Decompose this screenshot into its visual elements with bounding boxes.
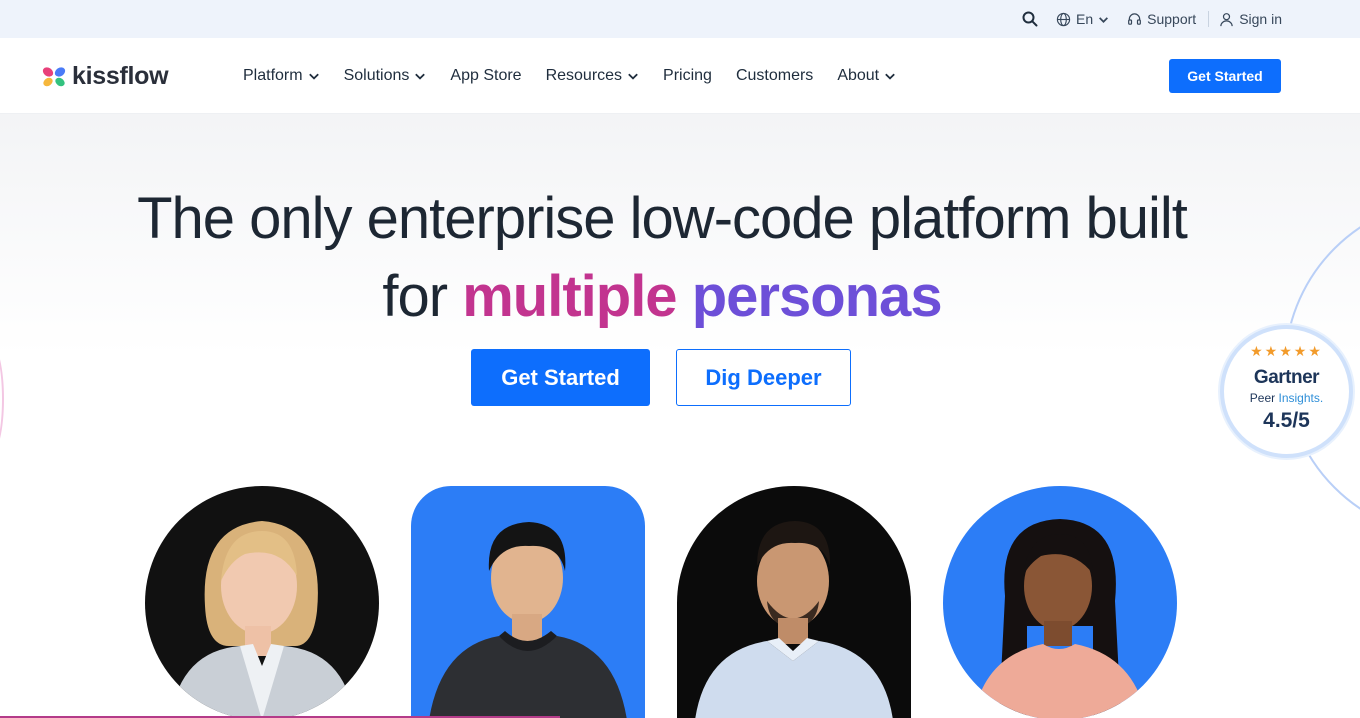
chevron-down-icon xyxy=(415,73,426,80)
nav-item-app-store[interactable]: App Store xyxy=(450,67,521,85)
hero-title-line-1: The only enterprise low-code platform bu… xyxy=(137,186,1188,251)
chevron-down-icon xyxy=(885,73,895,80)
gartner-rating: 4.5/5 xyxy=(1263,409,1310,432)
nav-item-label: About xyxy=(837,67,880,84)
language-selector[interactable]: En xyxy=(1056,11,1109,27)
nav-links: Platform Solutions App Store Resources P… xyxy=(243,38,920,114)
hero-get-started-button[interactable]: Get Started xyxy=(471,349,650,406)
nav-item-resources[interactable]: Resources xyxy=(546,67,639,85)
gartner-sub-peer: Peer xyxy=(1249,391,1276,405)
sign-in-link[interactable]: Sign in xyxy=(1219,11,1282,27)
nav-item-label: Resources xyxy=(545,67,623,84)
globe-icon xyxy=(1056,12,1071,26)
chevron-down-icon xyxy=(308,73,319,80)
nav-item-label: Platform xyxy=(243,67,303,84)
get-started-button[interactable]: Get Started xyxy=(1169,59,1281,93)
nav-item-label: Solutions xyxy=(343,67,410,84)
utility-bar: En Support Sign in xyxy=(0,0,1360,38)
brand-name: kissflow xyxy=(72,62,169,90)
gartner-badge[interactable]: ★★★★★ Gartner Peer Insights. 4.5/5 xyxy=(1220,325,1353,458)
persona-photo-4 xyxy=(943,486,1177,718)
sign-in-label: Sign in xyxy=(1239,11,1282,27)
support-label: Support xyxy=(1147,11,1197,27)
nav-item-platform[interactable]: Platform xyxy=(243,67,320,85)
hero-highlight-text: personas xyxy=(691,264,943,329)
kissflow-logo[interactable]: kissflow xyxy=(42,62,169,91)
gartner-sub: Peer Insights. xyxy=(1224,391,1349,405)
gartner-name: Gartner xyxy=(1253,367,1320,388)
support-link[interactable]: Support xyxy=(1127,11,1196,27)
gartner-sub-insights: Insights. xyxy=(1278,391,1324,405)
hero-highlight-personas: personas xyxy=(691,264,943,329)
nav-item-solutions[interactable]: Solutions xyxy=(344,67,427,85)
hero-highlight-multiple: multiple xyxy=(462,264,677,329)
decorative-arc xyxy=(0,344,4,454)
persona-photo-2 xyxy=(411,486,645,718)
headset-icon xyxy=(1128,12,1142,25)
star-rating-icons: ★★★★★ xyxy=(1250,343,1323,359)
search-icon[interactable] xyxy=(1022,11,1038,27)
nav-item-label: Customers xyxy=(735,67,814,84)
divider xyxy=(1208,11,1210,27)
nav-item-label: App Store xyxy=(450,67,522,84)
nav-item-label: Pricing xyxy=(663,67,712,84)
hero-title: The only enterprise low-code platform bu… xyxy=(0,180,1324,336)
nav-item-customers[interactable]: Customers xyxy=(736,67,813,85)
persona-photo-1 xyxy=(145,486,379,718)
user-icon xyxy=(1220,12,1233,26)
chevron-down-icon xyxy=(628,73,638,80)
nav-item-about[interactable]: About xyxy=(837,67,896,85)
persona-photo-3 xyxy=(677,486,911,718)
hero-title-prefix: for xyxy=(382,264,463,329)
chevron-down-icon xyxy=(1099,16,1109,23)
main-nav: kissflow Platform Solutions App Store Re… xyxy=(0,38,1360,114)
nav-item-pricing[interactable]: Pricing xyxy=(663,67,712,85)
hero-section: The only enterprise low-code platform bu… xyxy=(0,114,1360,718)
kissflow-logo-icon xyxy=(42,66,66,86)
language-label: En xyxy=(1076,11,1094,27)
dig-deeper-button[interactable]: Dig Deeper xyxy=(676,349,851,406)
